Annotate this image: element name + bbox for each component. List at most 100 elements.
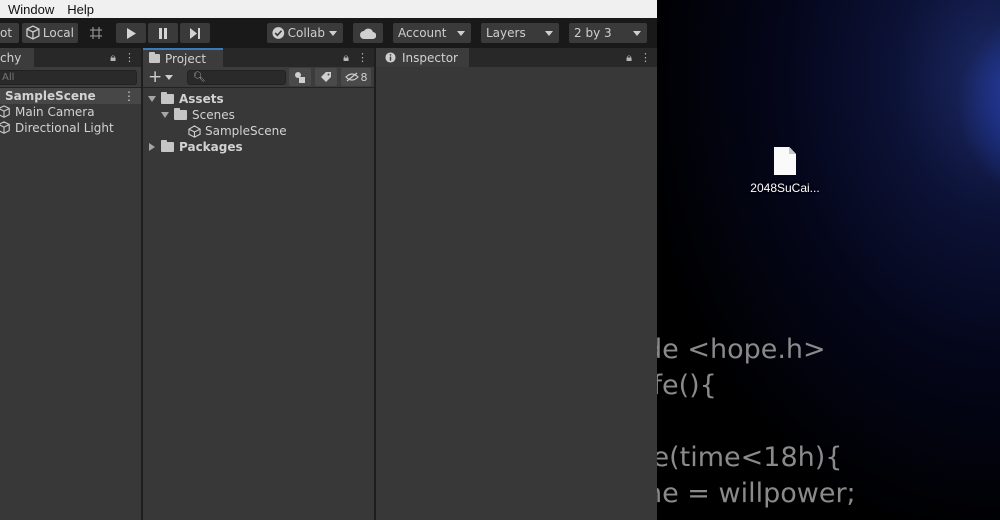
code-line: ife(){ — [657, 370, 717, 401]
gameobject-cube-icon — [0, 121, 10, 134]
lock-icon[interactable]: 🔒︎ — [626, 51, 632, 65]
tree-item-scenes[interactable]: Scenes — [161, 107, 235, 123]
kebab-menu-icon[interactable]: ⋮ — [640, 51, 651, 65]
tab-hierarchy[interactable]: chy — [0, 48, 34, 67]
filter-by-label-button[interactable] — [315, 68, 337, 86]
menu-window[interactable]: Window — [8, 2, 54, 17]
project-panel: Project 🔒︎ ⋮ + 🔍︎ 8 Assets Scenes Sample… — [143, 48, 374, 520]
desktop-file-label: 2048SuCai... — [750, 181, 820, 195]
create-dropdown[interactable]: + — [148, 68, 176, 86]
chevron-down-icon — [329, 30, 337, 36]
kebab-menu-icon[interactable]: ⋮ — [124, 51, 135, 65]
project-tab-icons: 🔒︎ ⋮ — [343, 51, 368, 65]
project-toolbar: + 🔍︎ 8 — [143, 67, 374, 88]
grid-snap-icon — [90, 27, 102, 39]
hierarchy-tab-icons: 🔒︎ ⋮ — [110, 51, 135, 65]
account-dropdown[interactable]: Account — [393, 23, 471, 43]
layers-label: Layers — [486, 26, 526, 40]
shapes-icon — [295, 72, 305, 83]
project-tabbar: Project 🔒︎ ⋮ — [143, 48, 374, 67]
tab-project[interactable]: Project — [143, 48, 223, 67]
cloud-button[interactable] — [353, 23, 383, 43]
filter-by-type-button[interactable] — [289, 68, 311, 86]
lock-icon[interactable]: 🔒︎ — [110, 51, 116, 65]
scene-header[interactable]: SampleScene ⋮ — [0, 88, 141, 104]
grid-snap-button[interactable] — [85, 23, 107, 43]
tree-item-label: Assets — [179, 92, 224, 106]
hierarchy-item[interactable]: Directional Light — [0, 120, 114, 136]
tab-inspector[interactable]: Inspector — [376, 48, 469, 67]
hidden-packages-toggle[interactable]: 8 — [341, 68, 371, 86]
hidden-count: 8 — [360, 70, 368, 84]
tree-item-samplescene[interactable]: SampleScene — [188, 123, 287, 139]
layout-dropdown[interactable]: 2 by 3 — [569, 23, 647, 43]
scene-name: SampleScene — [5, 89, 96, 103]
pivot-label: ot — [0, 26, 13, 40]
hierarchy-search-placeholder: All — [2, 72, 15, 83]
hierarchy-search-input[interactable]: All — [0, 70, 137, 85]
expanded-arrow-icon[interactable] — [148, 96, 156, 102]
tree-item-label: Scenes — [192, 108, 235, 122]
collab-label: Collab — [287, 26, 325, 40]
check-circle-icon — [272, 27, 285, 39]
code-line: de <hope.h> — [657, 334, 826, 365]
folder-icon — [149, 52, 160, 63]
kebab-menu-icon[interactable]: ⋮ — [357, 51, 368, 65]
info-icon — [385, 52, 396, 63]
code-line: le(time<18h){ — [657, 442, 843, 473]
pause-icon — [159, 27, 167, 39]
tag-icon — [321, 72, 331, 82]
layers-dropdown[interactable]: Layers — [481, 23, 559, 43]
collab-dropdown[interactable]: Collab — [267, 23, 343, 43]
local-label: Local — [42, 26, 74, 40]
main-toolbar: ot Local Collab Account Layers 2 by 3 — [0, 18, 657, 48]
unity-editor-window: Window Help ot Local Collab Account Laye… — [0, 0, 657, 520]
pause-button[interactable] — [148, 23, 178, 43]
hierarchy-toolbar: All — [0, 67, 141, 88]
tree-item-label: SampleScene — [205, 124, 287, 138]
project-tab-label: Project — [165, 51, 207, 66]
inspector-panel: Inspector 🔒︎ ⋮ — [376, 48, 657, 520]
hierarchy-tab-label: chy — [0, 50, 22, 65]
gameobject-cube-icon — [0, 105, 10, 118]
layout-label: 2 by 3 — [574, 26, 612, 40]
cube-icon — [26, 25, 40, 40]
collapsed-arrow-icon[interactable] — [149, 143, 155, 151]
desktop-file-icon[interactable]: 2048SuCai... — [745, 147, 825, 195]
tree-item-packages[interactable]: Packages — [148, 139, 243, 155]
chevron-down-icon — [457, 30, 465, 36]
inspector-tab-label: Inspector — [402, 50, 458, 65]
tree-item-label: Packages — [179, 140, 243, 154]
play-icon — [127, 27, 136, 39]
menu-help[interactable]: Help — [67, 2, 94, 17]
expanded-arrow-icon[interactable] — [161, 112, 169, 118]
project-search-input[interactable]: 🔍︎ — [187, 70, 286, 85]
inspector-tabbar: Inspector 🔒︎ ⋮ — [376, 48, 657, 67]
play-button[interactable] — [116, 23, 146, 43]
code-line: ne = willpower; — [657, 478, 856, 509]
tree-item-assets[interactable]: Assets — [148, 91, 224, 107]
eye-off-icon — [344, 72, 359, 82]
step-button[interactable] — [180, 23, 210, 43]
folder-icon — [161, 140, 174, 152]
lock-icon[interactable]: 🔒︎ — [343, 51, 349, 65]
file-icon — [774, 147, 796, 175]
hierarchy-item-label: Directional Light — [15, 121, 114, 135]
chevron-down-icon — [545, 30, 553, 36]
local-toggle[interactable]: Local — [22, 23, 78, 43]
wallpaper-code-text: de <hope.h> ife(){ le(time<18h){ ne = will… — [657, 332, 856, 512]
unity-scene-icon — [188, 124, 201, 138]
pivot-toggle[interactable]: ot — [0, 23, 19, 43]
account-label: Account — [398, 26, 447, 40]
hierarchy-panel: chy 🔒︎ ⋮ All SampleScene ⋮ Main Camera D… — [0, 48, 141, 520]
hierarchy-item[interactable]: Main Camera — [0, 104, 95, 120]
hierarchy-tabbar: chy 🔒︎ ⋮ — [0, 48, 141, 67]
desktop-background: 2048SuCai... de <hope.h> ife(){ le(time<1… — [657, 0, 1000, 520]
chevron-down-icon — [165, 74, 174, 80]
cloud-icon — [360, 28, 376, 39]
plus-icon: + — [148, 66, 163, 87]
search-icon: 🔍︎ — [193, 72, 206, 83]
menu-bar: Window Help — [0, 0, 657, 18]
kebab-menu-icon[interactable]: ⋮ — [123, 88, 135, 104]
